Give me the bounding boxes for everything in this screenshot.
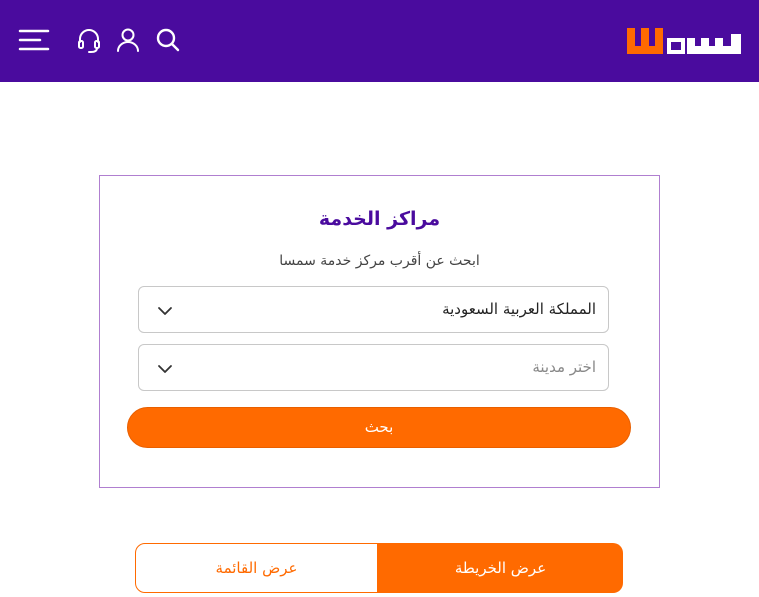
country-select[interactable]: المملكة العربية السعودية <box>138 286 609 333</box>
chevron-down-icon <box>157 303 173 317</box>
service-centers-card: مراكز الخدمة ابحث عن أقرب مركز خدمة سمسا… <box>99 175 660 488</box>
smsa-logo[interactable] <box>627 24 743 58</box>
city-select-placeholder: اختر مدينة <box>532 358 596 376</box>
top-header <box>0 0 759 82</box>
map-view-button[interactable]: عرض الخريطة <box>378 543 623 593</box>
user-icon[interactable] <box>110 22 146 58</box>
search-icon[interactable] <box>150 22 186 58</box>
search-button[interactable]: بحث <box>127 407 631 448</box>
view-toggle: عرض القائمة عرض الخريطة <box>135 543 623 593</box>
list-view-button[interactable]: عرض القائمة <box>135 543 378 593</box>
card-title: مراكز الخدمة <box>318 208 441 230</box>
card-subtitle: ابحث عن أقرب مركز خدمة سمسا <box>279 253 480 269</box>
chevron-down-icon <box>157 361 173 375</box>
headset-icon[interactable] <box>71 22 107 58</box>
country-select-value: المملكة العربية السعودية <box>442 300 596 318</box>
city-select[interactable]: اختر مدينة <box>138 344 609 391</box>
menu-icon[interactable] <box>16 22 52 58</box>
